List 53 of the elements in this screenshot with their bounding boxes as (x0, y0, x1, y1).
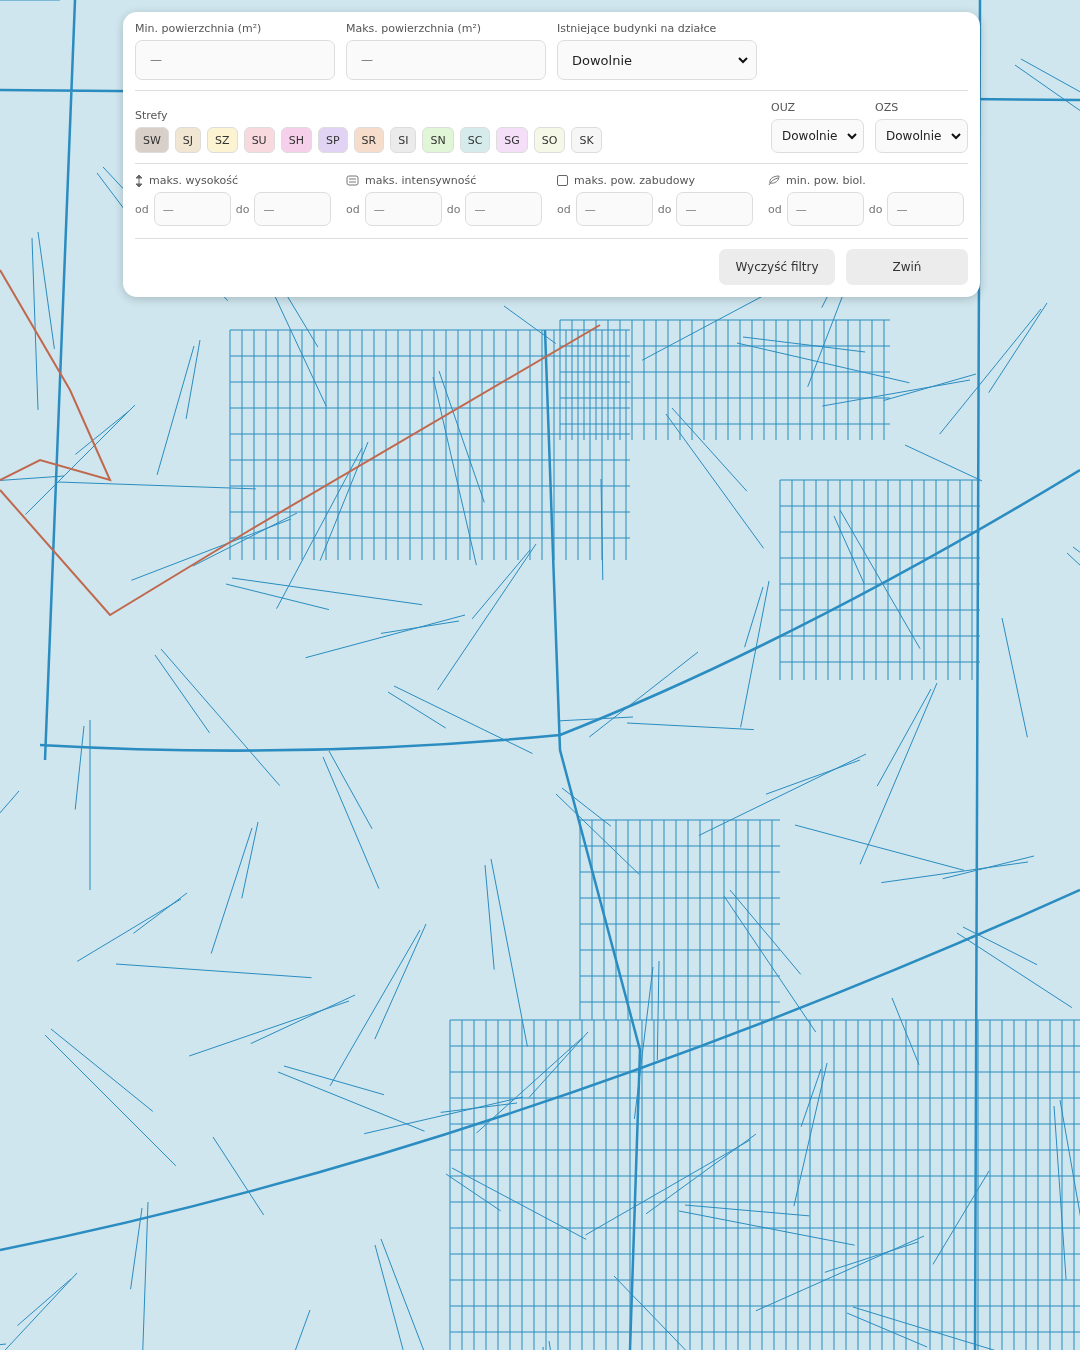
field-label: Istniejące budynki na działce (557, 22, 718, 35)
input-field[interactable]: — (786, 192, 864, 226)
zones-label: Strefy (135, 109, 169, 122)
input-field[interactable]: — (676, 192, 754, 226)
from-label: od (135, 202, 149, 216)
input-field[interactable]: — (254, 192, 332, 226)
chevron-down-icon (738, 56, 748, 64)
field-label: Maks. powierzchnia (m²) (346, 22, 483, 35)
to-label: do (657, 202, 672, 216)
zone-chip[interactable]: SN (422, 127, 454, 153)
input-field[interactable]: — (153, 192, 231, 226)
field-label: OUZ (771, 101, 797, 114)
zone-chip[interactable]: SI (390, 127, 417, 153)
filter-label: min. pow. biol. (786, 174, 866, 187)
building-icon (346, 175, 359, 186)
input-field[interactable]: — (135, 40, 335, 80)
clear-filters-button[interactable]: Wyczyść filtry (719, 249, 835, 285)
dropdown[interactable]: Dowolnie (875, 119, 968, 153)
zone-chip[interactable]: SK (571, 127, 602, 153)
filter-label: maks. pow. zabudowy (574, 174, 695, 187)
square-icon (557, 175, 568, 186)
zone-chip[interactable]: SP (317, 127, 348, 153)
collapse-button[interactable]: Zwiń (846, 249, 968, 285)
leaf-icon (768, 175, 780, 186)
zone-chip[interactable]: SG (496, 127, 528, 153)
zone-chip[interactable]: SH (280, 127, 312, 153)
zone-chip[interactable]: SW (135, 127, 169, 153)
from-label: od (346, 202, 360, 216)
dropdown[interactable]: Dowolnie (771, 119, 864, 153)
filter-label: maks. wysokość (149, 174, 238, 187)
input-field[interactable]: — (887, 192, 965, 226)
field-label: OZS (875, 101, 900, 114)
chevron-down-icon (951, 132, 961, 140)
zone-chip[interactable]: SJ (174, 127, 202, 153)
zone-chip[interactable]: SU (243, 127, 275, 153)
input-field[interactable]: — (575, 192, 653, 226)
chevron-down-icon (847, 132, 857, 140)
to-label: do (868, 202, 883, 216)
zone-chip[interactable]: SZ (207, 127, 238, 153)
dropdown[interactable]: Dowolnie (557, 40, 757, 80)
vertical-arrows-icon (135, 174, 143, 187)
input-field[interactable]: — (465, 192, 543, 226)
zone-chip[interactable]: SR (353, 127, 385, 153)
filter-label: maks. intensywność (365, 174, 477, 187)
from-label: od (768, 202, 782, 216)
input-field[interactable]: — (346, 40, 546, 80)
to-label: do (446, 202, 461, 216)
zone-chip[interactable]: SO (533, 127, 566, 153)
to-label: do (235, 202, 250, 216)
input-field[interactable]: — (364, 192, 442, 226)
field-label: Min. powierzchnia (m²) (135, 22, 263, 35)
from-label: od (557, 202, 571, 216)
zone-chip[interactable]: SC (459, 127, 491, 153)
